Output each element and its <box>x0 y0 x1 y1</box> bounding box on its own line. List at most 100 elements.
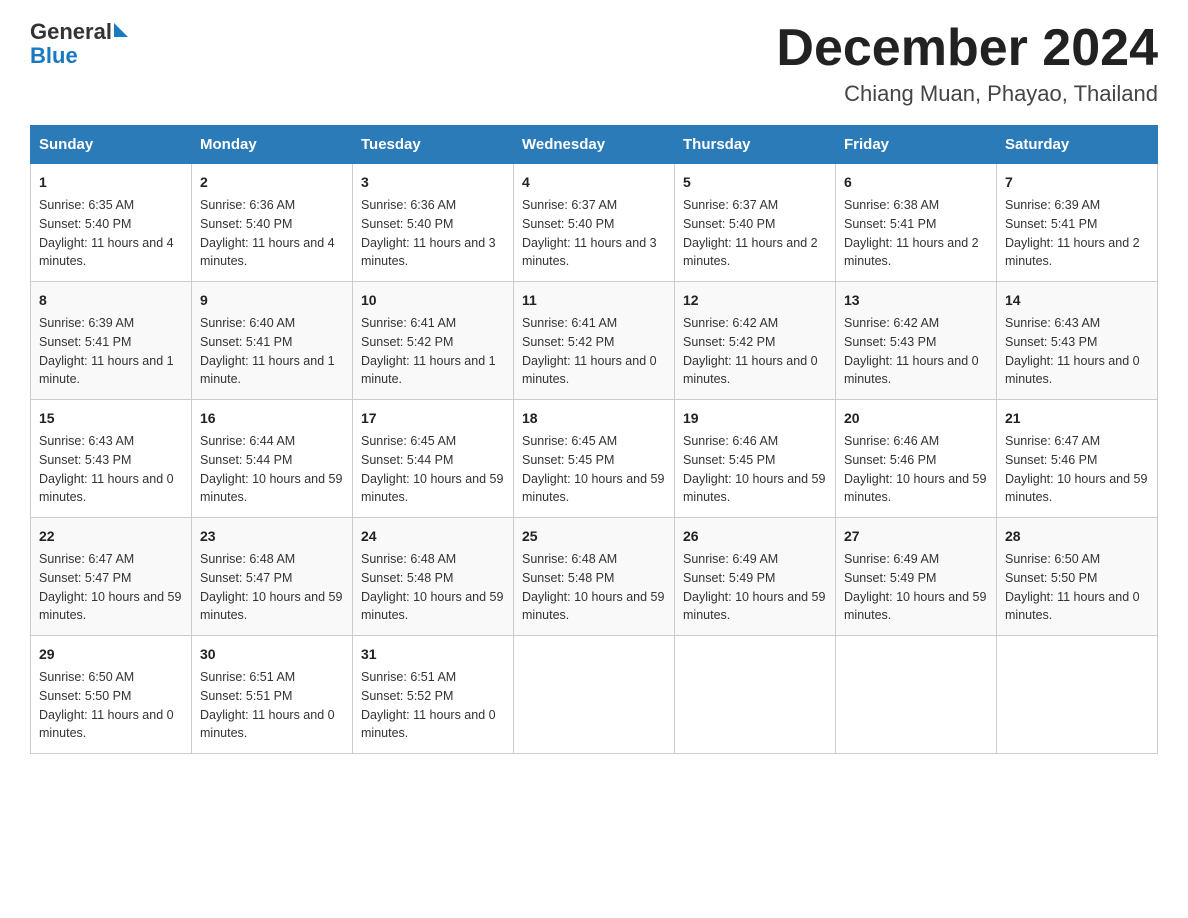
table-row: 18 Sunrise: 6:45 AMSunset: 5:45 PMDaylig… <box>514 400 675 518</box>
logo-blue: Blue <box>30 43 78 68</box>
day-info: Sunrise: 6:39 AMSunset: 5:41 PMDaylight:… <box>1005 198 1140 268</box>
logo-general: General <box>30 20 112 44</box>
day-info: Sunrise: 6:51 AMSunset: 5:51 PMDaylight:… <box>200 670 335 740</box>
day-number: 15 <box>39 408 183 429</box>
day-number: 19 <box>683 408 827 429</box>
day-info: Sunrise: 6:46 AMSunset: 5:46 PMDaylight:… <box>844 434 986 504</box>
table-row: 5 Sunrise: 6:37 AMSunset: 5:40 PMDayligh… <box>675 164 836 282</box>
day-info: Sunrise: 6:51 AMSunset: 5:52 PMDaylight:… <box>361 670 496 740</box>
table-row: 23 Sunrise: 6:48 AMSunset: 5:47 PMDaylig… <box>192 518 353 636</box>
day-info: Sunrise: 6:47 AMSunset: 5:47 PMDaylight:… <box>39 552 181 622</box>
table-row: 17 Sunrise: 6:45 AMSunset: 5:44 PMDaylig… <box>353 400 514 518</box>
calendar-week-row: 29 Sunrise: 6:50 AMSunset: 5:50 PMDaylig… <box>31 636 1158 754</box>
col-friday: Friday <box>836 126 997 164</box>
table-row: 8 Sunrise: 6:39 AMSunset: 5:41 PMDayligh… <box>31 282 192 400</box>
day-info: Sunrise: 6:46 AMSunset: 5:45 PMDaylight:… <box>683 434 825 504</box>
table-row: 11 Sunrise: 6:41 AMSunset: 5:42 PMDaylig… <box>514 282 675 400</box>
table-row <box>997 636 1158 754</box>
day-number: 13 <box>844 290 988 311</box>
day-info: Sunrise: 6:41 AMSunset: 5:42 PMDaylight:… <box>522 316 657 386</box>
day-info: Sunrise: 6:40 AMSunset: 5:41 PMDaylight:… <box>200 316 335 386</box>
day-info: Sunrise: 6:39 AMSunset: 5:41 PMDaylight:… <box>39 316 174 386</box>
month-title: December 2024 <box>776 20 1158 77</box>
table-row: 7 Sunrise: 6:39 AMSunset: 5:41 PMDayligh… <box>997 164 1158 282</box>
day-info: Sunrise: 6:44 AMSunset: 5:44 PMDaylight:… <box>200 434 342 504</box>
calendar-week-row: 15 Sunrise: 6:43 AMSunset: 5:43 PMDaylig… <box>31 400 1158 518</box>
day-info: Sunrise: 6:42 AMSunset: 5:42 PMDaylight:… <box>683 316 818 386</box>
day-number: 24 <box>361 526 505 547</box>
col-sunday: Sunday <box>31 126 192 164</box>
table-row: 19 Sunrise: 6:46 AMSunset: 5:45 PMDaylig… <box>675 400 836 518</box>
day-number: 31 <box>361 644 505 665</box>
page-header: General Blue December 2024 Chiang Muan, … <box>30 20 1158 107</box>
day-info: Sunrise: 6:37 AMSunset: 5:40 PMDaylight:… <box>522 198 657 268</box>
day-info: Sunrise: 6:37 AMSunset: 5:40 PMDaylight:… <box>683 198 818 268</box>
table-row: 25 Sunrise: 6:48 AMSunset: 5:48 PMDaylig… <box>514 518 675 636</box>
day-number: 30 <box>200 644 344 665</box>
table-row: 1 Sunrise: 6:35 AMSunset: 5:40 PMDayligh… <box>31 164 192 282</box>
day-info: Sunrise: 6:48 AMSunset: 5:47 PMDaylight:… <box>200 552 342 622</box>
table-row: 31 Sunrise: 6:51 AMSunset: 5:52 PMDaylig… <box>353 636 514 754</box>
day-number: 26 <box>683 526 827 547</box>
day-number: 1 <box>39 172 183 193</box>
day-number: 29 <box>39 644 183 665</box>
day-number: 6 <box>844 172 988 193</box>
table-row <box>836 636 997 754</box>
table-row: 2 Sunrise: 6:36 AMSunset: 5:40 PMDayligh… <box>192 164 353 282</box>
table-row: 3 Sunrise: 6:36 AMSunset: 5:40 PMDayligh… <box>353 164 514 282</box>
header-row: Sunday Monday Tuesday Wednesday Thursday… <box>31 126 1158 164</box>
col-tuesday: Tuesday <box>353 126 514 164</box>
day-info: Sunrise: 6:36 AMSunset: 5:40 PMDaylight:… <box>200 198 335 268</box>
table-row: 28 Sunrise: 6:50 AMSunset: 5:50 PMDaylig… <box>997 518 1158 636</box>
day-info: Sunrise: 6:49 AMSunset: 5:49 PMDaylight:… <box>844 552 986 622</box>
day-number: 18 <box>522 408 666 429</box>
day-info: Sunrise: 6:48 AMSunset: 5:48 PMDaylight:… <box>361 552 503 622</box>
table-row: 21 Sunrise: 6:47 AMSunset: 5:46 PMDaylig… <box>997 400 1158 518</box>
day-number: 9 <box>200 290 344 311</box>
day-info: Sunrise: 6:49 AMSunset: 5:49 PMDaylight:… <box>683 552 825 622</box>
col-wednesday: Wednesday <box>514 126 675 164</box>
col-saturday: Saturday <box>997 126 1158 164</box>
calendar-week-row: 8 Sunrise: 6:39 AMSunset: 5:41 PMDayligh… <box>31 282 1158 400</box>
table-row: 10 Sunrise: 6:41 AMSunset: 5:42 PMDaylig… <box>353 282 514 400</box>
day-number: 23 <box>200 526 344 547</box>
table-row: 13 Sunrise: 6:42 AMSunset: 5:43 PMDaylig… <box>836 282 997 400</box>
day-info: Sunrise: 6:36 AMSunset: 5:40 PMDaylight:… <box>361 198 496 268</box>
day-number: 28 <box>1005 526 1149 547</box>
day-number: 12 <box>683 290 827 311</box>
day-number: 16 <box>200 408 344 429</box>
table-row: 20 Sunrise: 6:46 AMSunset: 5:46 PMDaylig… <box>836 400 997 518</box>
day-info: Sunrise: 6:50 AMSunset: 5:50 PMDaylight:… <box>39 670 174 740</box>
location-subtitle: Chiang Muan, Phayao, Thailand <box>776 81 1158 107</box>
table-row: 22 Sunrise: 6:47 AMSunset: 5:47 PMDaylig… <box>31 518 192 636</box>
table-row: 14 Sunrise: 6:43 AMSunset: 5:43 PMDaylig… <box>997 282 1158 400</box>
table-row: 4 Sunrise: 6:37 AMSunset: 5:40 PMDayligh… <box>514 164 675 282</box>
day-info: Sunrise: 6:45 AMSunset: 5:44 PMDaylight:… <box>361 434 503 504</box>
day-info: Sunrise: 6:43 AMSunset: 5:43 PMDaylight:… <box>39 434 174 504</box>
day-number: 2 <box>200 172 344 193</box>
table-row: 24 Sunrise: 6:48 AMSunset: 5:48 PMDaylig… <box>353 518 514 636</box>
day-info: Sunrise: 6:38 AMSunset: 5:41 PMDaylight:… <box>844 198 979 268</box>
col-thursday: Thursday <box>675 126 836 164</box>
day-info: Sunrise: 6:35 AMSunset: 5:40 PMDaylight:… <box>39 198 174 268</box>
day-number: 14 <box>1005 290 1149 311</box>
table-row <box>514 636 675 754</box>
logo: General Blue <box>30 20 128 68</box>
calendar-week-row: 1 Sunrise: 6:35 AMSunset: 5:40 PMDayligh… <box>31 164 1158 282</box>
table-row <box>675 636 836 754</box>
day-number: 20 <box>844 408 988 429</box>
day-number: 8 <box>39 290 183 311</box>
table-row: 12 Sunrise: 6:42 AMSunset: 5:42 PMDaylig… <box>675 282 836 400</box>
day-number: 3 <box>361 172 505 193</box>
table-row: 15 Sunrise: 6:43 AMSunset: 5:43 PMDaylig… <box>31 400 192 518</box>
day-number: 7 <box>1005 172 1149 193</box>
table-row: 26 Sunrise: 6:49 AMSunset: 5:49 PMDaylig… <box>675 518 836 636</box>
logo-triangle-icon <box>114 23 128 37</box>
day-info: Sunrise: 6:45 AMSunset: 5:45 PMDaylight:… <box>522 434 664 504</box>
day-info: Sunrise: 6:43 AMSunset: 5:43 PMDaylight:… <box>1005 316 1140 386</box>
table-row: 6 Sunrise: 6:38 AMSunset: 5:41 PMDayligh… <box>836 164 997 282</box>
table-row: 27 Sunrise: 6:49 AMSunset: 5:49 PMDaylig… <box>836 518 997 636</box>
day-number: 4 <box>522 172 666 193</box>
calendar-table: Sunday Monday Tuesday Wednesday Thursday… <box>30 125 1158 754</box>
day-number: 27 <box>844 526 988 547</box>
